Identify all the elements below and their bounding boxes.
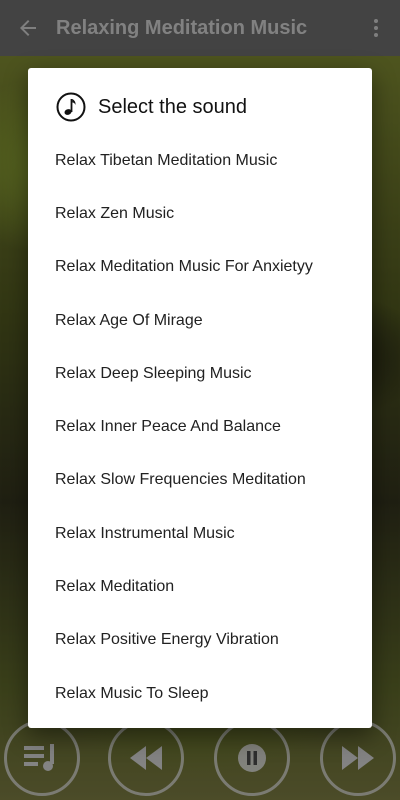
sound-option[interactable]: Relax Music To Sleep [28,667,372,720]
sound-option[interactable]: Relax Age Of Mirage [28,294,372,347]
sound-option[interactable]: Relax Instrumental Music [28,507,372,560]
sound-option[interactable]: Relax Deep Sleeping Music [28,347,372,400]
sound-selection-dialog: Select the sound Relax Tibetan Meditatio… [28,68,372,728]
music-note-icon [56,92,86,122]
dialog-header: Select the sound [56,92,247,122]
sound-option[interactable]: Relax Slow Frequencies Meditation [28,454,372,507]
dialog-title: Select the sound [98,95,247,118]
sound-option[interactable]: Relax Positive Energy Vibration [28,614,372,667]
sound-option[interactable]: Relax Zen Music [28,187,372,240]
sound-option[interactable]: Relax Tibetan Meditation Music [28,134,372,187]
sound-options-list: Relax Tibetan Meditation Music Relax Zen … [28,134,372,720]
sound-option[interactable]: Relax Meditation Music For Anxietyy [28,241,372,294]
sound-option[interactable]: Relax Meditation [28,560,372,613]
sound-option[interactable]: Relax Inner Peace And Balance [28,400,372,453]
